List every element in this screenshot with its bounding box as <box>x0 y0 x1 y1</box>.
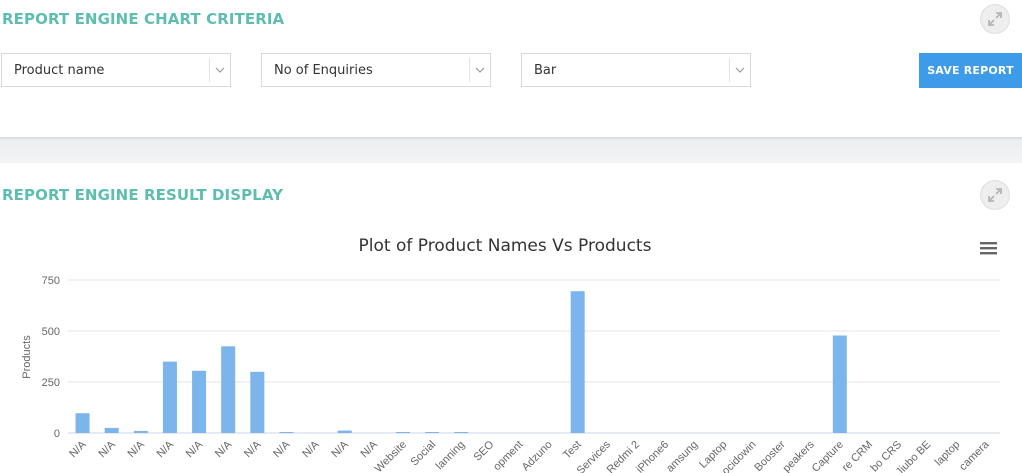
x-category-label: opment <box>491 439 525 473</box>
measure-select[interactable]: No of Enquiries <box>261 53 491 87</box>
panel-divider <box>0 137 1022 163</box>
select-separator <box>469 58 470 82</box>
x-category-label: Website <box>373 439 409 473</box>
chevron-down-icon <box>475 67 485 73</box>
bar[interactable] <box>279 431 294 433</box>
product-name-select[interactable]: Product name <box>1 53 231 87</box>
bar-chart: Plot of Product Names Vs Products Produc… <box>21 236 1000 473</box>
bar[interactable] <box>250 371 265 433</box>
bar[interactable] <box>192 370 207 433</box>
select-separator <box>729 58 730 82</box>
bar[interactable] <box>337 430 352 433</box>
x-category-label: N/A <box>96 438 118 460</box>
y-tick-label: 500 <box>42 326 60 338</box>
x-category-label: lanning <box>434 439 468 473</box>
x-category-label: amsung <box>664 439 700 473</box>
bar[interactable] <box>104 427 119 433</box>
bar[interactable] <box>454 431 469 433</box>
x-category-label: Capture <box>810 439 846 473</box>
select-value: No of Enquiries <box>274 63 373 78</box>
x-category-label: N/A <box>271 438 293 460</box>
bar[interactable] <box>832 335 847 433</box>
bar[interactable] <box>395 431 410 433</box>
chart-criteria-panel: REPORT ENGINE CHART CRITERIA Product nam… <box>0 0 1022 137</box>
x-category-label: N/A <box>213 438 235 460</box>
x-category-label: Adzuno <box>520 439 555 473</box>
select-value: Product name <box>14 63 105 78</box>
bar[interactable] <box>425 431 440 433</box>
y-tick-label: 750 <box>42 275 60 287</box>
y-tick-label: 250 <box>42 377 60 389</box>
chart-menu-button[interactable] <box>976 240 1000 260</box>
chart-type-select[interactable]: Bar <box>521 53 751 87</box>
criteria-expand-button[interactable] <box>980 4 1010 34</box>
chart-title: Plot of Product Names Vs Products <box>359 236 652 256</box>
x-category-label: N/A <box>184 438 206 460</box>
x-category-label: N/A <box>67 438 89 460</box>
x-category-label: N/A <box>358 438 380 460</box>
x-category-label: camera <box>957 438 992 473</box>
y-axis-title: Products <box>21 335 33 379</box>
bar[interactable] <box>133 430 148 433</box>
x-category-label: N/A <box>125 438 147 460</box>
bar[interactable] <box>570 291 585 433</box>
expand-icon <box>988 188 1002 202</box>
chevron-down-icon <box>215 67 225 73</box>
x-category-label: N/A <box>300 438 322 460</box>
hamburger-menu-icon <box>980 242 997 255</box>
x-category-label: N/A <box>329 438 351 460</box>
result-expand-button[interactable] <box>980 180 1010 210</box>
result-panel-title: REPORT ENGINE RESULT DISPLAY <box>2 186 284 204</box>
y-tick-label: 0 <box>54 428 60 440</box>
x-category-label: N/A <box>155 438 177 460</box>
save-report-button[interactable]: SAVE REPORT <box>919 53 1022 88</box>
select-separator <box>209 58 210 82</box>
x-category-label: N/A <box>242 438 264 460</box>
expand-icon <box>988 12 1002 26</box>
bar[interactable] <box>221 346 236 433</box>
chevron-down-icon <box>735 67 745 73</box>
x-category-label: Test <box>561 439 584 462</box>
select-value: Bar <box>534 63 557 78</box>
criteria-panel-title: REPORT ENGINE CHART CRITERIA <box>2 10 285 28</box>
bar[interactable] <box>75 413 90 433</box>
x-category-label: SEO <box>472 438 497 463</box>
bar[interactable] <box>162 361 177 433</box>
